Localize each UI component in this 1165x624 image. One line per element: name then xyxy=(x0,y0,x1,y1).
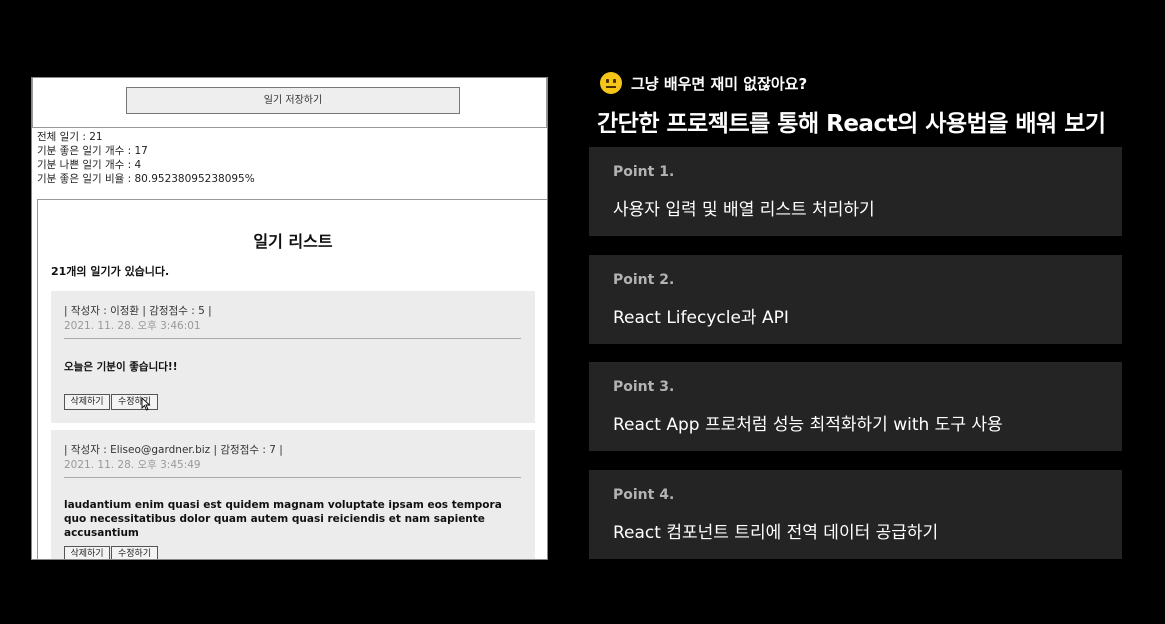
item-date: 2021. 11. 28. 오후 3:46:01 xyxy=(64,320,201,332)
stat-ratio: 기분 좋은 일기 비율 : 80.95238095238095% xyxy=(37,173,255,185)
point-label: Point 3. xyxy=(613,379,675,395)
delete-button[interactable]: 삭제하기 xyxy=(64,546,110,559)
point-text: React App 프로처럼 성능 최적화하기 with 도구 사용 xyxy=(613,415,1003,435)
point-label: Point 4. xyxy=(613,487,675,503)
stat-bad: 기분 나쁜 일기 개수 : 4 xyxy=(37,159,142,171)
list-title: 일기 리스트 xyxy=(253,232,333,251)
kicker-text: 그냥 배우면 재미 없잖아요? xyxy=(631,74,808,93)
delete-button[interactable]: 삭제하기 xyxy=(64,394,110,410)
point-card-4: Point 4. React 컴포넌트 트리에 전역 데이터 공급하기 xyxy=(589,470,1122,559)
item-content: 오늘은 기분이 좋습니다!! xyxy=(64,361,178,373)
point-label: Point 1. xyxy=(613,164,675,180)
page-title: 간단한 프로젝트를 통해 React의 사용법을 배워 보기 xyxy=(597,111,1106,137)
kicker: 그냥 배우면 재미 없잖아요? xyxy=(600,71,807,95)
list-count: 21개의 일기가 있습니다. xyxy=(51,265,170,278)
point-text: React 컴포넌트 트리에 전역 데이터 공급하기 xyxy=(613,523,939,543)
editor-area: 일기 저장하기 xyxy=(32,78,547,128)
point-label: Point 2. xyxy=(613,272,675,288)
stat-good: 기분 좋은 일기 개수 : 17 xyxy=(37,145,148,157)
stat-total: 전체 일기 : 21 xyxy=(37,131,103,143)
item-meta: | 작성자 : 이정환 | 감정점수 : 5 | xyxy=(64,305,212,317)
item-meta: | 작성자 : Eliseo@gardner.biz | 감정점수 : 7 | xyxy=(64,444,283,456)
neutral-face-emoji-icon xyxy=(600,72,622,94)
point-card-1: Point 1. 사용자 입력 및 배열 리스트 처리하기 xyxy=(589,147,1122,236)
point-text: 사용자 입력 및 배열 리스트 처리하기 xyxy=(613,200,875,220)
diary-app-screenshot: 일기 저장하기 전체 일기 : 21 기분 좋은 일기 개수 : 17 기분 나… xyxy=(31,77,548,560)
point-text: React Lifecycle과 API xyxy=(613,308,789,328)
save-diary-button[interactable]: 일기 저장하기 xyxy=(126,87,460,114)
item-content: laudantium enim quasi est quidem magnam … xyxy=(64,499,502,539)
mouse-cursor-icon xyxy=(141,397,151,411)
item-divider xyxy=(64,477,521,478)
diary-item: | 작성자 : Eliseo@gardner.biz | 감정점수 : 7 | … xyxy=(51,430,535,559)
diary-item: | 작성자 : 이정환 | 감정점수 : 5 | 2021. 11. 28. 오… xyxy=(51,291,535,423)
diary-stats: 전체 일기 : 21 기분 좋은 일기 개수 : 17 기분 나쁜 일기 개수 … xyxy=(37,130,255,186)
point-card-2: Point 2. React Lifecycle과 API xyxy=(589,255,1122,344)
diary-list: 일기 리스트 21개의 일기가 있습니다. | 작성자 : 이정환 | 감정점수… xyxy=(37,199,547,559)
item-date: 2021. 11. 28. 오후 3:45:49 xyxy=(64,459,201,471)
item-divider xyxy=(64,338,521,339)
point-card-3: Point 3. React App 프로처럼 성능 최적화하기 with 도구… xyxy=(589,362,1122,451)
edit-button[interactable]: 수정하기 xyxy=(111,546,158,559)
